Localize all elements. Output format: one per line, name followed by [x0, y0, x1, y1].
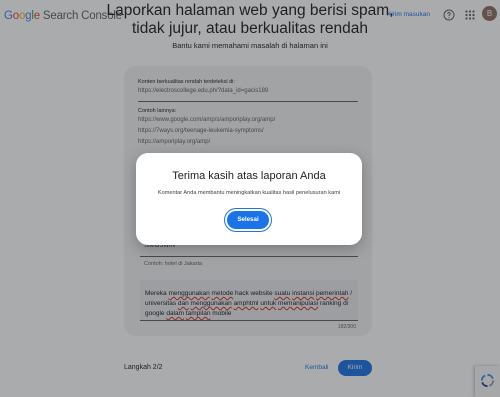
- dialog-title: Terima kasih atas laporan Anda: [172, 170, 326, 182]
- dialog-message: Komentar Anda membantu meningkatkan kual…: [157, 190, 341, 196]
- thank-you-dialog: Terima kasih atas laporan Anda Komentar …: [136, 153, 362, 245]
- done-button[interactable]: Selesai: [227, 211, 269, 229]
